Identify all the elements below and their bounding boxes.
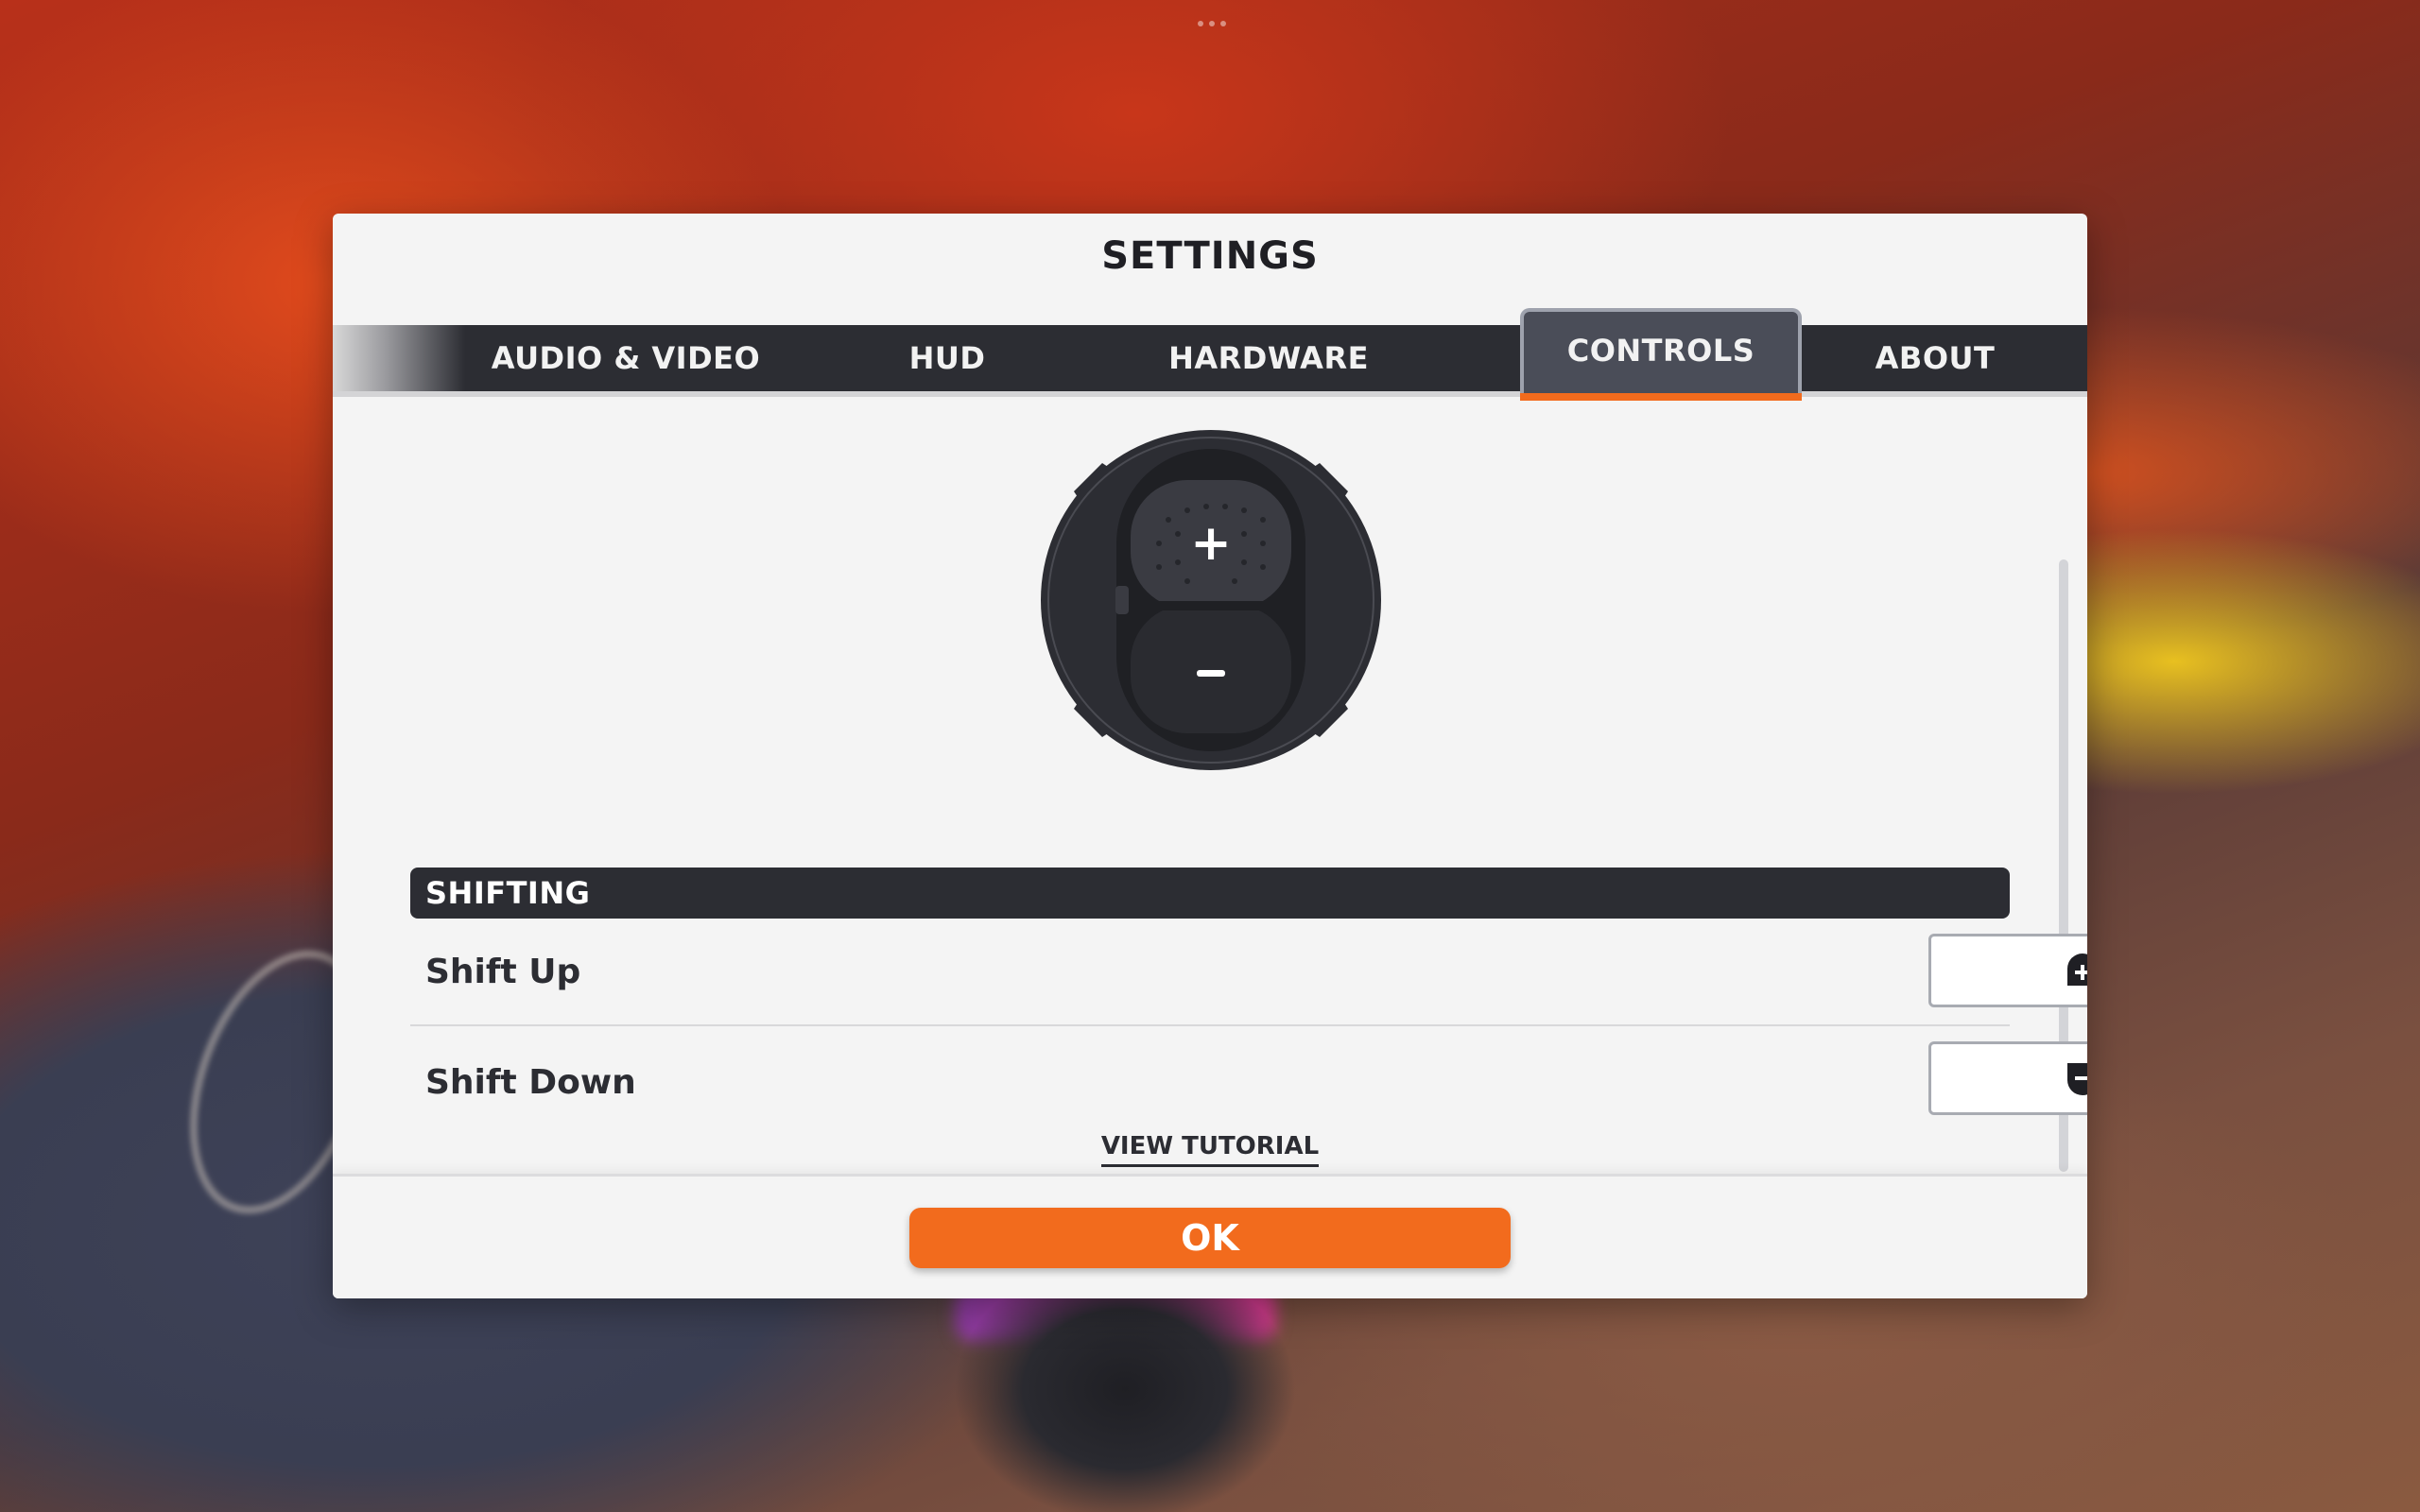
ok-button[interactable]: OK xyxy=(909,1208,1511,1268)
settings-dialog: SETTINGS AUDIO & VIDEO HUD HARDWARE CONT… xyxy=(333,214,2087,1298)
tab-about[interactable]: ABOUT xyxy=(1807,325,2063,391)
controller-icon: + xyxy=(1041,430,1381,770)
shift-up-row: Shift Up xyxy=(410,919,2010,1026)
shift-down-label: Shift Down xyxy=(425,1062,636,1102)
controller-plus-label: + xyxy=(1190,515,1232,572)
tab-hardware[interactable]: HARDWARE xyxy=(1089,325,1448,391)
tab-controls[interactable]: CONTROLS xyxy=(1520,308,1802,397)
active-tab-indicator xyxy=(1520,393,1802,401)
window-grabber[interactable] xyxy=(1193,21,1231,30)
tab-hud[interactable]: HUD xyxy=(824,325,1070,391)
shift-up-binding-button[interactable] xyxy=(1928,934,2087,1007)
shift-down-icon xyxy=(2067,1063,2087,1095)
tab-bar-divider xyxy=(333,391,2087,397)
shift-down-row: Shift Down xyxy=(410,1028,2010,1136)
section-shifting-header: SHIFTING xyxy=(410,868,2010,919)
shift-up-label: Shift Up xyxy=(425,952,581,991)
tutorial-link-container: VIEW TUTORIAL xyxy=(333,1132,2087,1167)
dialog-title: SETTINGS xyxy=(1101,234,1319,278)
view-tutorial-link[interactable]: VIEW TUTORIAL xyxy=(1100,1132,1320,1167)
tab-audio-video[interactable]: AUDIO & VIDEO xyxy=(456,325,796,391)
shift-up-icon xyxy=(2067,954,2087,986)
shift-down-binding-button[interactable] xyxy=(1928,1041,2087,1115)
